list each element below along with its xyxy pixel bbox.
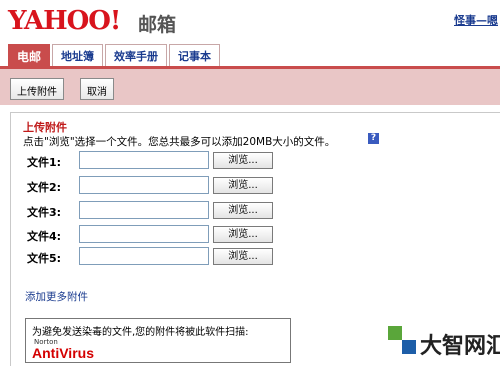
watermark-logo-icon — [388, 326, 416, 354]
antivirus-notice-text: 为避免发送染毒的文件,您的附件将被此软件扫描: — [32, 327, 249, 338]
file-input-2[interactable] — [79, 176, 209, 194]
cancel-button[interactable]: 取消 — [80, 78, 114, 100]
browse-button-3[interactable]: 浏览... — [213, 202, 273, 219]
service-title: 邮箱 — [138, 14, 177, 36]
browse-button-2[interactable]: 浏览... — [213, 177, 273, 194]
file-label: 文件4: — [27, 230, 62, 243]
browse-button-1[interactable]: 浏览... — [213, 152, 273, 169]
yahoo-logo[interactable]: YAHOO! — [8, 6, 121, 36]
file-input-4[interactable] — [79, 225, 209, 243]
tab-planner[interactable]: 效率手册 — [105, 44, 168, 66]
tab-mail[interactable]: 电邮 — [8, 44, 51, 66]
main-tabs: 电邮 地址簿 效率手册 记事本 — [8, 44, 222, 66]
top-right-link[interactable]: 怪事—嗯 — [454, 12, 498, 28]
file-input-1[interactable] — [79, 151, 209, 169]
file-label: 文件2: — [27, 181, 62, 194]
help-icon[interactable]: ? — [368, 133, 379, 144]
antivirus-logo: AntiVirus — [32, 345, 94, 361]
browse-button-5[interactable]: 浏览... — [213, 248, 273, 265]
tab-address-book[interactable]: 地址簿 — [52, 44, 104, 66]
add-more-attachments-link[interactable]: 添加更多附件 — [25, 289, 88, 304]
toolbar: 上传附件 取消 — [0, 69, 500, 105]
site-watermark: 大智网汇 — [388, 322, 500, 362]
upload-section-title: 上传附件 — [23, 121, 67, 134]
tab-notepad[interactable]: 记事本 — [169, 44, 221, 66]
file-input-3[interactable] — [79, 201, 209, 219]
file-label: 文件1: — [27, 156, 62, 169]
file-input-5[interactable] — [79, 247, 209, 265]
file-label: 文件3: — [27, 206, 62, 219]
watermark-text: 大智网汇 — [420, 334, 500, 359]
attach-files-button[interactable]: 上传附件 — [10, 78, 64, 100]
antivirus-notice: 为避免发送染毒的文件,您的附件将被此软件扫描: Norton AntiVirus — [25, 318, 291, 363]
header: YAHOO! 邮箱 怪事—嗯 — [0, 0, 500, 42]
upload-hint: 点击"浏览"选择一个文件。您总共最多可以添加20MB大小的文件。 — [23, 136, 336, 148]
browse-button-4[interactable]: 浏览... — [213, 226, 273, 243]
file-label: 文件5: — [27, 252, 62, 265]
